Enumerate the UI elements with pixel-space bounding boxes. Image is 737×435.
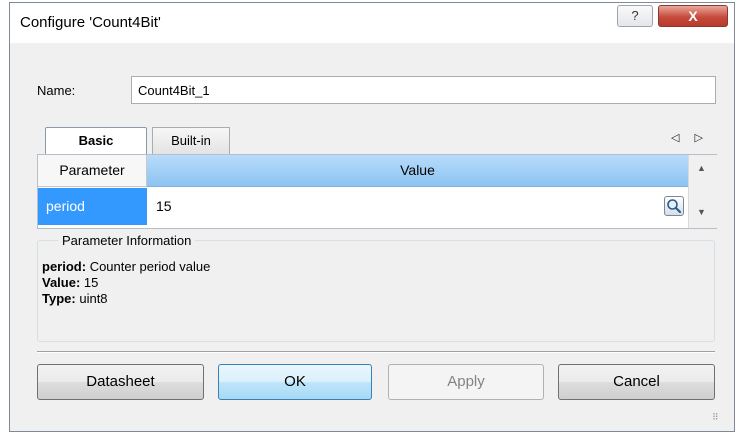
name-label: Name: (37, 83, 76, 98)
close-button[interactable]: X (658, 5, 728, 27)
tab-scroll-arrows-icon[interactable]: ◁ ▷ (671, 131, 709, 144)
resize-grip-icon[interactable]: ⠿ (712, 412, 719, 423)
column-header-value[interactable]: Value (147, 155, 688, 187)
info-type: uint8 (79, 291, 108, 306)
title-bar[interactable]: Configure 'Count4Bit' ? X (10, 3, 734, 43)
cancel-button[interactable]: Cancel (558, 364, 715, 400)
parameter-grid: Parameter Value period 15 ▲ ▼ (37, 154, 717, 229)
magnifier-icon (667, 199, 682, 214)
info-name-key: period: (42, 259, 87, 274)
tab-basic[interactable]: Basic (45, 127, 147, 154)
divider (37, 351, 715, 353)
row-value-cell[interactable]: 15 (156, 188, 172, 225)
grid-scrollbar[interactable]: ▲ ▼ (688, 155, 717, 228)
info-type-line: Type: uint8 (42, 291, 108, 306)
dialog-title: Configure 'Count4Bit' (20, 14, 161, 31)
help-button[interactable]: ? (617, 5, 653, 27)
value-lookup-button[interactable] (664, 196, 684, 216)
info-value: 15 (83, 275, 99, 290)
info-value-key: Value: (42, 275, 81, 290)
datasheet-button[interactable]: Datasheet (37, 364, 204, 400)
scroll-down-arrow-icon[interactable]: ▼ (697, 207, 706, 217)
ok-button[interactable]: OK (218, 364, 372, 400)
info-name-desc: Counter period value (89, 259, 211, 274)
close-icon: X (688, 8, 698, 24)
apply-button[interactable]: Apply (388, 364, 544, 400)
info-name-line: period: Counter period value (42, 259, 210, 274)
name-input[interactable] (131, 76, 716, 104)
info-value-line: Value: 15 (42, 275, 98, 290)
row-parameter-cell[interactable]: period (38, 188, 147, 225)
help-icon: ? (631, 8, 639, 23)
tab-built-in[interactable]: Built-in (152, 127, 230, 154)
parameter-information-group (37, 240, 715, 342)
column-header-parameter[interactable]: Parameter (38, 155, 147, 187)
parameter-information-legend: Parameter Information (58, 233, 196, 248)
scroll-up-arrow-icon[interactable]: ▲ (697, 163, 706, 173)
info-type-key: Type: (42, 291, 76, 306)
